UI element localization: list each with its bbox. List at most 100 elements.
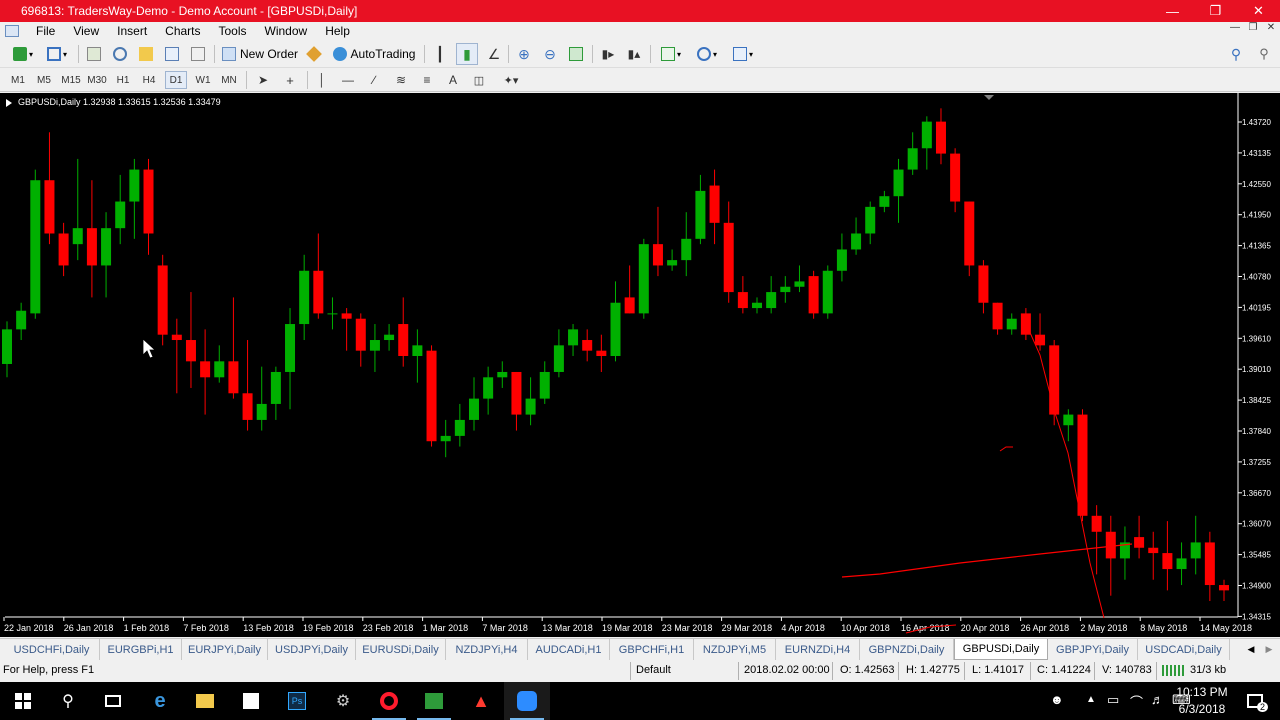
metatrader-taskbar-button[interactable] bbox=[411, 682, 457, 720]
text-tool[interactable]: A bbox=[442, 71, 464, 89]
tab-eurnzdi-h4[interactable]: EURNZDi,H4 bbox=[776, 639, 860, 660]
timeframe-h1[interactable]: H1 bbox=[112, 71, 134, 89]
tile-windows-button[interactable] bbox=[566, 43, 586, 65]
tab-nzdjpyi-h4[interactable]: NZDJPYi,H4 bbox=[446, 639, 528, 660]
autotrading-button[interactable]: AutoTrading bbox=[330, 43, 418, 65]
bull-candle bbox=[468, 398, 479, 420]
tabs-scroll-right[interactable]: ▶ bbox=[1260, 639, 1278, 660]
tester-button[interactable] bbox=[188, 43, 208, 65]
app-menu-icon[interactable] bbox=[5, 25, 19, 37]
metaeditor-button[interactable] bbox=[304, 43, 324, 65]
timeframe-h4[interactable]: H4 bbox=[138, 71, 160, 89]
start-button[interactable] bbox=[0, 682, 46, 720]
tab-audcadi-h1[interactable]: AUDCADi,H1 bbox=[528, 639, 610, 660]
mdi-restore-icon[interactable]: ❐ bbox=[1244, 22, 1262, 33]
price-chart[interactable]: 1.43720 1.43135 1.42550 1.41950 1.41365 1.407… bbox=[0, 93, 1280, 637]
photoshop-icon: Ps bbox=[288, 692, 306, 710]
edge-icon: e bbox=[154, 689, 166, 712]
timeframe-d1[interactable]: D1 bbox=[165, 71, 187, 89]
people-icon[interactable]: ☻ bbox=[1050, 692, 1064, 707]
tab-eurjpyi-daily[interactable]: EURJPYi,Daily bbox=[182, 639, 268, 660]
fibonacci-tool[interactable]: ≡ bbox=[416, 71, 438, 89]
menu-view[interactable]: View bbox=[64, 24, 108, 38]
chat-icon: ⚲ bbox=[1259, 46, 1269, 61]
opera-taskbar-button[interactable] bbox=[366, 682, 412, 720]
tab-gbpusdi-daily[interactable]: GBPUSDi,Daily bbox=[954, 639, 1048, 660]
maximize-button[interactable]: ❐ bbox=[1194, 0, 1237, 22]
tab-eurgbpi-h1[interactable]: EURGBPi,H1 bbox=[100, 639, 182, 660]
task-view-button[interactable] bbox=[90, 682, 136, 720]
clock[interactable]: 10:13 PM 6/3/2018 bbox=[1172, 684, 1232, 718]
zoom-taskbar-button[interactable] bbox=[504, 682, 550, 720]
timeframe-m30[interactable]: M30 bbox=[86, 71, 108, 89]
date-label: 1 Mar 2018 bbox=[423, 623, 469, 633]
new-order-button[interactable]: New Order bbox=[220, 43, 300, 65]
minimize-button[interactable]: — bbox=[1151, 0, 1194, 22]
indicators-button[interactable]: ▾ bbox=[656, 43, 686, 65]
menu-help[interactable]: Help bbox=[316, 24, 359, 38]
tabs-scroll-left[interactable]: ◀ bbox=[1242, 639, 1260, 660]
app-taskbar-button[interactable]: ⚙ bbox=[320, 682, 366, 720]
timeframe-m15[interactable]: M15 bbox=[60, 71, 82, 89]
timeframe-mn[interactable]: MN bbox=[218, 71, 240, 89]
bar-chart-button[interactable]: ┃ bbox=[430, 43, 450, 65]
channel-tool[interactable]: ≋ bbox=[390, 71, 412, 89]
acrobat-taskbar-button[interactable]: ▲ bbox=[458, 682, 504, 720]
zoom-in-button[interactable]: ⊕ bbox=[514, 43, 534, 65]
close-button[interactable]: ✕ bbox=[1237, 0, 1280, 22]
edge-taskbar-button[interactable]: e bbox=[137, 682, 183, 720]
tab-eurusdi-daily[interactable]: EURUSDi,Daily bbox=[356, 639, 446, 660]
search-button[interactable]: ⚲ bbox=[1226, 43, 1246, 65]
volume-icon[interactable]: ♬ bbox=[1151, 692, 1164, 707]
action-center-button[interactable]: 2 bbox=[1232, 682, 1278, 720]
tab-nzdjpyi-m5[interactable]: NZDJPYi,M5 bbox=[694, 639, 776, 660]
vertical-line-tool[interactable]: │ bbox=[311, 71, 333, 89]
price-label: 1.38425 bbox=[1242, 396, 1271, 405]
templates-button[interactable]: ▾ bbox=[728, 43, 758, 65]
file-explorer-taskbar-button[interactable] bbox=[182, 682, 228, 720]
tab-usdcadi-daily[interactable]: USDCADi,Daily bbox=[1138, 639, 1230, 660]
wifi-icon[interactable]: ⌒ bbox=[1130, 692, 1143, 711]
autoscroll-button[interactable]: ▮▸ bbox=[598, 43, 618, 65]
cursor-tool[interactable]: ➤ bbox=[252, 71, 274, 89]
tray-expand-icon[interactable]: ▲ bbox=[1086, 694, 1096, 705]
candlestick-button[interactable]: ▮ bbox=[456, 43, 478, 65]
timeframe-m1[interactable]: M1 bbox=[7, 71, 29, 89]
horizontal-line-tool[interactable]: — bbox=[337, 71, 359, 89]
crosshair-tool[interactable]: + bbox=[279, 71, 301, 89]
bull-candle bbox=[16, 310, 27, 330]
terminal-button[interactable] bbox=[162, 43, 182, 65]
mdi-minimize-icon[interactable]: — bbox=[1226, 22, 1244, 33]
tab-usdchfi-daily[interactable]: USDCHFi,Daily bbox=[4, 639, 100, 660]
menu-file[interactable]: File bbox=[27, 24, 64, 38]
navigator-button[interactable] bbox=[136, 43, 156, 65]
tab-usdjpyi-daily[interactable]: USDJPYi,Daily bbox=[268, 639, 356, 660]
menu-charts[interactable]: Charts bbox=[156, 24, 209, 38]
arrows-tool[interactable]: ✦▾ bbox=[496, 71, 526, 89]
data-window-button[interactable] bbox=[110, 43, 130, 65]
battery-icon[interactable]: ▭ bbox=[1107, 692, 1119, 708]
trendline-tool[interactable]: ∕ bbox=[363, 71, 385, 89]
tab-gbpjpyi-daily[interactable]: GBPJPYi,Daily bbox=[1048, 639, 1138, 660]
store-taskbar-button[interactable] bbox=[228, 682, 274, 720]
market-watch-button[interactable] bbox=[84, 43, 104, 65]
periods-button[interactable]: ▾ bbox=[692, 43, 722, 65]
profiles-button[interactable]: ▾ bbox=[42, 43, 72, 65]
timeframe-w1[interactable]: W1 bbox=[192, 71, 214, 89]
new-chart-button[interactable]: ▾ bbox=[8, 43, 38, 65]
timeframe-m5[interactable]: M5 bbox=[33, 71, 55, 89]
photoshop-taskbar-button[interactable]: Ps bbox=[274, 682, 320, 720]
chart-shift-button[interactable]: ▮▴ bbox=[624, 43, 644, 65]
menu-insert[interactable]: Insert bbox=[108, 24, 156, 38]
search-taskbar-button[interactable]: ⚲ bbox=[45, 682, 91, 720]
text-label-tool[interactable]: ◫ bbox=[468, 71, 490, 89]
mdi-close-icon[interactable]: ✕ bbox=[1262, 22, 1280, 33]
line-chart-button[interactable]: ∠ bbox=[484, 43, 504, 65]
bear-candle bbox=[228, 361, 239, 394]
menu-tools[interactable]: Tools bbox=[210, 24, 256, 38]
zoom-out-button[interactable]: ⊖ bbox=[540, 43, 560, 65]
tab-gbpnzdi-daily[interactable]: GBPNZDi,Daily bbox=[860, 639, 954, 660]
menu-window[interactable]: Window bbox=[256, 24, 317, 38]
chat-button[interactable]: ⚲ bbox=[1254, 43, 1274, 65]
tab-gbpchfi-h1[interactable]: GBPCHFi,H1 bbox=[610, 639, 694, 660]
